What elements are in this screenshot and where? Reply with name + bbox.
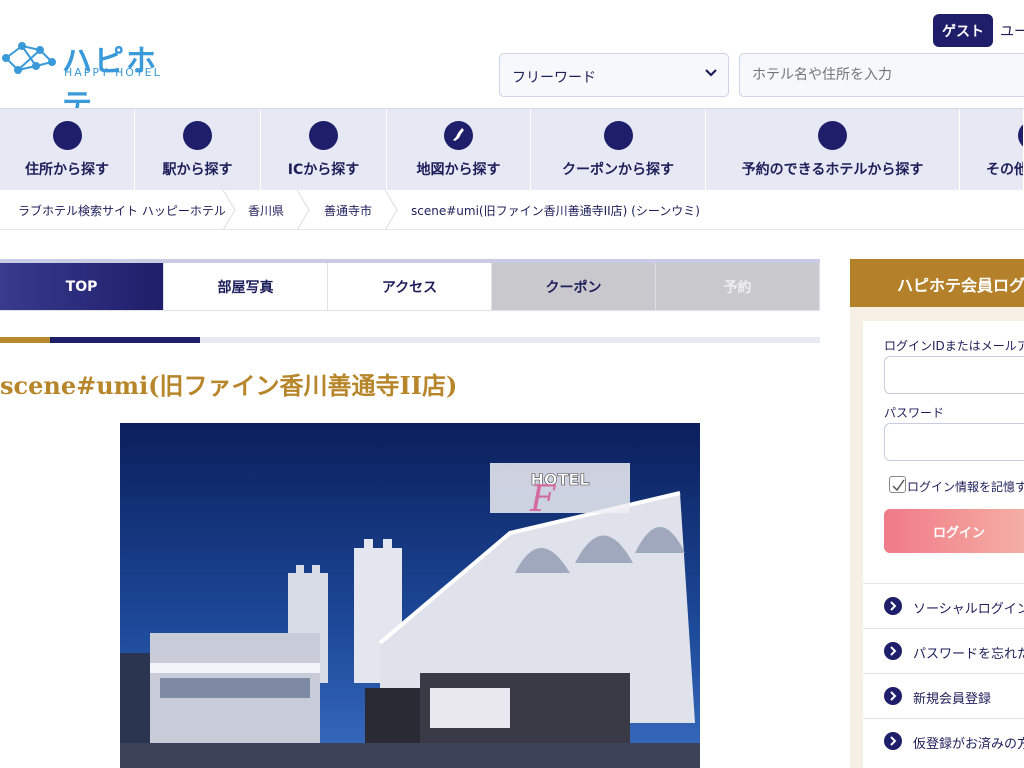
login-button[interactable]: ログイン — [884, 509, 1024, 553]
calendar-icon — [818, 121, 847, 150]
chevron-right-icon — [222, 190, 236, 230]
login-id-label: ログインIDまたはメールアドレ — [884, 339, 1024, 353]
nav-label: 予約のできるホテルから探す — [741, 162, 924, 178]
chevron-right-icon — [884, 687, 902, 705]
nav-address[interactable]: 住所から探す — [0, 109, 135, 190]
nav-station[interactable]: 駅から探す — [135, 109, 261, 190]
coupon-icon — [603, 121, 633, 150]
nav-label: その他 — [986, 162, 1024, 178]
menu-label: 仮登録がお済みの方 — [913, 737, 1024, 752]
section-divider-accent — [50, 337, 200, 343]
nav-label: ICから探す — [287, 162, 360, 178]
nav-reservation[interactable]: 予約のできるホテルから探す — [706, 109, 960, 190]
menu-label: パスワードを忘れた方 — [913, 647, 1024, 662]
nav-other[interactable]: その他 — [960, 109, 1024, 190]
nav-label: 地図から探す — [416, 162, 501, 178]
chevron-right-icon — [384, 190, 398, 230]
nav-ic[interactable]: ICから探す — [261, 109, 387, 190]
main-nav: 住所から探す 駅から探す ICから探す 地図から探す クーポンから探す 予約ので… — [0, 108, 1024, 190]
forgot-password-link[interactable]: パスワードを忘れた方 — [863, 628, 1024, 673]
user-link[interactable]: ユー — [1000, 21, 1024, 41]
breadcrumb-item[interactable]: 香川県 — [248, 202, 284, 219]
breadcrumb-current: scene#umi(旧ファイン香川善通寺II店) (シーンウミ) — [411, 204, 700, 218]
more-icon — [1018, 121, 1023, 150]
hotel-title: scene#umi(旧ファイン香川善通寺II店) — [0, 371, 458, 400]
password-label: パスワード — [884, 406, 945, 420]
chevron-right-icon — [884, 642, 902, 660]
happy-hotel-logo[interactable]: ハピホテ HAPPY HOTEL — [0, 34, 180, 123]
svg-text:F: F — [529, 479, 557, 520]
guest-button[interactable]: ゲスト — [933, 14, 993, 47]
nav-label: 駅から探す — [162, 162, 233, 178]
remember-checkbox[interactable] — [889, 476, 906, 493]
menu-label: 新規会員登録 — [913, 692, 992, 707]
social-login-link[interactable]: ソーシャルログイン — [863, 583, 1024, 628]
nav-label: 住所から探す — [25, 162, 109, 178]
breadcrumb-item[interactable]: ラブホテル検索サイト ハッピーホテル — [18, 202, 226, 219]
search-type-value: フリーワード — [512, 70, 596, 86]
login-panel-title: ハピホテ会員ログ — [850, 259, 1024, 307]
password-field[interactable] — [884, 423, 1024, 461]
highway-icon — [309, 121, 338, 150]
tab-access[interactable]: アクセス — [328, 263, 492, 311]
section-divider-accent — [0, 337, 50, 343]
search-type-select[interactable]: フリーワード — [499, 53, 729, 97]
chevron-down-icon — [705, 69, 717, 77]
train-icon — [183, 121, 212, 150]
site-header: ハピホテ HAPPY HOTEL ゲスト ユー フリーワード — [0, 0, 1024, 123]
search-input[interactable] — [739, 53, 1024, 97]
tab-reservation: 予約 — [656, 263, 820, 311]
nav-coupon[interactable]: クーポンから探す — [531, 109, 706, 190]
hotel-exterior-photo[interactable]: HOTEL F — [120, 423, 700, 768]
checkmark-icon — [892, 479, 905, 492]
nav-label: クーポンから探す — [562, 162, 674, 178]
chevron-right-icon — [296, 190, 310, 230]
menu-label: ソーシャルログイン — [913, 602, 1024, 617]
logo-subtitle: HAPPY HOTEL — [64, 66, 162, 79]
tab-coupon[interactable]: クーポン — [492, 263, 656, 311]
chevron-right-icon — [884, 597, 902, 615]
provisional-registration-link[interactable]: 仮登録がお済みの方 — [863, 718, 1024, 763]
breadcrumb: ラブホテル検索サイト ハッピーホテル 香川県 善通寺市 scene#umi(旧フ… — [0, 190, 1024, 230]
login-id-field[interactable] — [884, 356, 1024, 394]
japan-map-icon — [444, 121, 473, 150]
breadcrumb-item[interactable]: 善通寺市 — [324, 202, 372, 219]
nav-map[interactable]: 地図から探す — [387, 109, 531, 190]
tab-room-photos[interactable]: 部屋写真 — [164, 263, 328, 311]
remember-label: ログイン情報を記憶す — [907, 480, 1024, 494]
location-icon — [52, 121, 82, 150]
chevron-right-icon — [884, 732, 902, 750]
tab-top[interactable]: TOP — [0, 263, 164, 311]
network-logo-icon — [2, 42, 56, 74]
register-link[interactable]: 新規会員登録 — [863, 673, 1024, 718]
